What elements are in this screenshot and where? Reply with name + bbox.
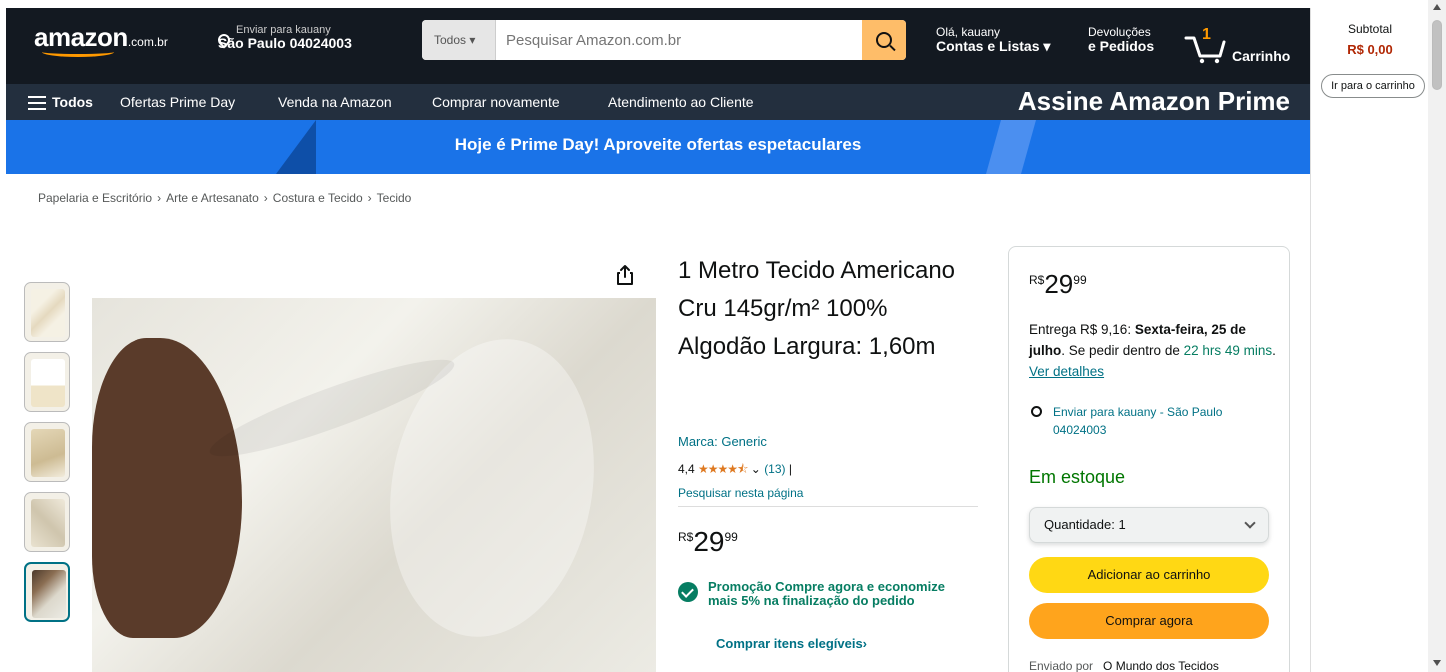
- rating-value: 4,4: [678, 462, 695, 476]
- page-scrollbar[interactable]: [1428, 0, 1446, 672]
- banner-text: Hoje é Prime Day! Aproveite ofertas espe…: [454, 135, 862, 154]
- search-button[interactable]: [862, 20, 906, 60]
- nav-item-prime-day-offers[interactable]: Ofertas Prime Day: [120, 94, 235, 110]
- ship-to-location-text: Enviar para kauany - São Paulo 04024003: [1053, 405, 1223, 437]
- search-this-page-link[interactable]: Pesquisar nesta página: [678, 486, 803, 500]
- buybox-price-currency: R$: [1029, 273, 1045, 287]
- price-fraction: 99: [724, 530, 738, 544]
- search-category-dropdown[interactable]: Todos ▾: [422, 20, 496, 60]
- breadcrumb-separator-icon: ›: [263, 191, 268, 205]
- delivery-order-within: . Se pedir dentro de: [1061, 343, 1184, 358]
- rating-count-link[interactable]: (13): [764, 462, 785, 476]
- thumbnail-image-selected[interactable]: [24, 562, 70, 622]
- delivery-countdown: 22 hrs 49 mins: [1183, 343, 1273, 358]
- buybox-price: R$2999: [1029, 269, 1087, 300]
- promotion-text: Promoção Compre agora e economize mais 5…: [708, 579, 945, 608]
- subtotal-label: Subtotal: [1347, 22, 1393, 36]
- cart-button[interactable]: 1 Carrinho: [1184, 26, 1304, 66]
- check-circle-icon: [678, 582, 698, 602]
- product-price: R$2999: [678, 526, 738, 558]
- prime-day-banner[interactable]: Hoje é Prime Day! Aproveite ofertas espe…: [6, 120, 1310, 174]
- stock-status: Em estoque: [1029, 467, 1126, 487]
- quantity-label: Quantidade: 1: [1044, 517, 1126, 532]
- thumbnail-image[interactable]: [24, 282, 70, 342]
- buybox-price-fraction: 99: [1073, 273, 1087, 287]
- thumbnail-image[interactable]: [24, 422, 70, 482]
- account-and-lists[interactable]: Olá, kauany Contas e Listas ▾: [936, 25, 1050, 55]
- product-main-image[interactable]: [92, 298, 656, 672]
- deliver-to-address: São Paulo 04024003: [218, 35, 352, 51]
- shipped-by-value[interactable]: O Mundo dos Tecidos: [1103, 659, 1219, 672]
- returns-label: Devoluções: [1088, 25, 1151, 39]
- shipped-by-label: Enviado por: [1029, 659, 1094, 672]
- breadcrumb-separator-icon: ›: [367, 191, 372, 205]
- logo-smile-icon: [42, 47, 114, 57]
- breadcrumb-item[interactable]: Arte e Artesanato: [166, 191, 259, 205]
- delivery-cost: Entrega R$ 9,16:: [1029, 322, 1135, 337]
- scrollbar-thumb[interactable]: [1432, 20, 1442, 90]
- eligible-items-link[interactable]: Comprar itens elegíveis›: [716, 636, 867, 651]
- nav-item-sell-on-amazon[interactable]: Venda na Amazon: [278, 94, 392, 110]
- delivery-details-link[interactable]: Ver detalhes: [1029, 364, 1104, 379]
- nav-item-customer-service[interactable]: Atendimento ao Cliente: [608, 94, 754, 110]
- buy-now-button[interactable]: Comprar agora: [1029, 603, 1269, 639]
- search-input[interactable]: [496, 20, 862, 60]
- account-lists-label: Contas e Listas ▾: [936, 38, 1051, 54]
- image-thumbnails: [24, 282, 70, 632]
- nav-all-menu[interactable]: Todos: [52, 94, 93, 110]
- thumbnail-image[interactable]: [24, 492, 70, 552]
- breadcrumb-item[interactable]: Tecido: [377, 191, 412, 205]
- shipped-by: Enviado por O Mundo dos Tecidos: [1029, 659, 1219, 672]
- rating-divider: |: [788, 462, 792, 476]
- amazon-product-page: amazon.com.br Enviar para kauany São Pau…: [0, 0, 1446, 672]
- rating-chevron-icon[interactable]: ⌄: [751, 462, 761, 476]
- account-greeting: Olá, kauany: [936, 25, 1001, 39]
- secondary-nav: Todos Ofertas Prime Day Venda na Amazon …: [6, 84, 1310, 120]
- orders-label: e Pedidos: [1088, 38, 1155, 54]
- chevron-right-icon: ›: [862, 636, 868, 651]
- quantity-dropdown[interactable]: Quantidade: 1: [1029, 507, 1269, 543]
- buy-box: R$2999 Entrega R$ 9,16: Sexta-feira, 25 …: [1008, 246, 1290, 672]
- go-to-cart-button[interactable]: Ir para o carrinho: [1321, 74, 1425, 98]
- rating-stars-icon[interactable]: ★★★★⯪: [698, 462, 748, 476]
- logo-suffix: .com.br: [127, 35, 168, 49]
- side-cart-panel: Subtotal R$ 0,00 Ir para o carrinho: [1310, 8, 1428, 672]
- breadcrumb-separator-icon: ›: [157, 191, 162, 205]
- breadcrumb-item[interactable]: Costura e Tecido: [273, 191, 363, 205]
- buybox-price-whole: 29: [1044, 269, 1074, 299]
- price-whole: 29: [693, 526, 725, 557]
- delivery-info: Entrega R$ 9,16: Sexta-feira, 25 de julh…: [1029, 322, 1276, 379]
- prime-signup-link[interactable]: Assine Amazon Prime: [1018, 86, 1290, 117]
- location-pin-icon: [1031, 406, 1042, 417]
- thumbnail-image[interactable]: [24, 352, 70, 412]
- main-nav-bar: amazon.com.br Enviar para kauany São Pau…: [6, 8, 1310, 64]
- returns-and-orders[interactable]: Devoluções e Pedidos: [1088, 25, 1154, 54]
- nav-item-buy-again[interactable]: Comprar novamente: [432, 94, 560, 110]
- deliver-to-location[interactable]: Enviar para kauany São Paulo 04024003: [215, 24, 352, 51]
- subtotal-value: R$ 0,00: [1347, 42, 1393, 57]
- price-currency: R$: [678, 530, 694, 544]
- breadcrumb-item[interactable]: Papelaria e Escritório: [38, 191, 152, 205]
- product-rating: 4,4 ★★★★⯪ ⌄ (13) |: [678, 460, 792, 481]
- brand-link[interactable]: Marca: Generic: [678, 434, 767, 449]
- breadcrumb: Papelaria e Escritório › Arte e Artesanato…: [38, 191, 411, 205]
- cart-count-badge: 1: [1202, 26, 1211, 43]
- chevron-down-icon: [1244, 517, 1256, 529]
- hamburger-menu-icon[interactable]: [28, 96, 46, 110]
- cart-label: Carrinho: [1232, 48, 1291, 64]
- scroll-down-icon[interactable]: [1433, 660, 1441, 666]
- share-icon[interactable]: [616, 264, 634, 286]
- search-bar: Todos ▾: [422, 20, 906, 60]
- top-header: amazon.com.br Enviar para kauany São Pau…: [6, 8, 1310, 84]
- search-icon: [876, 32, 892, 48]
- search-category-label: Todos: [434, 33, 467, 47]
- divider: [678, 506, 978, 507]
- scroll-up-icon[interactable]: [1433, 4, 1441, 10]
- product-title: 1 Metro Tecido Americano Cru 145gr/m² 10…: [678, 257, 956, 360]
- ship-to-location-link[interactable]: Enviar para kauany - São Paulo 04024003: [1029, 403, 1279, 439]
- add-to-cart-button[interactable]: Adicionar ao carrinho: [1029, 557, 1269, 593]
